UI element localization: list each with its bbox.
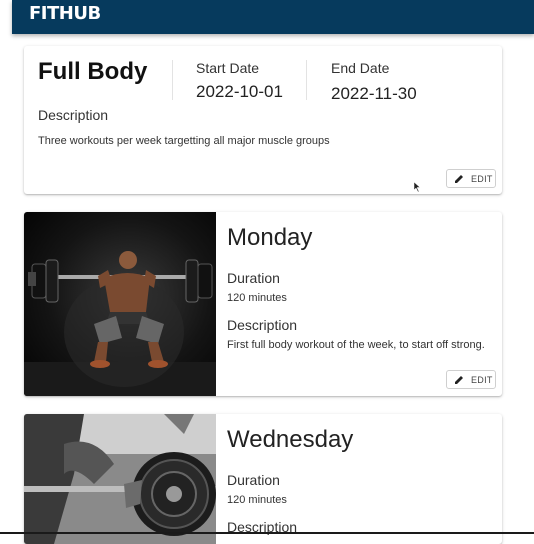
pencil-icon	[455, 376, 463, 384]
workout-day-name: Wednesday	[227, 426, 354, 453]
deadlift-photo	[24, 414, 216, 544]
program-description: Three workouts per week targetting all m…	[38, 135, 330, 147]
workout-description-label: Description	[227, 317, 298, 333]
duration-value: 120 minutes	[227, 292, 287, 304]
workout-image	[24, 212, 216, 396]
app-brand[interactable]: FITHUB	[29, 3, 101, 24]
workout-image	[24, 414, 216, 544]
edit-workout-button[interactable]: EDIT	[446, 370, 496, 389]
edit-button-label: EDIT	[471, 375, 493, 385]
edit-program-button[interactable]: EDIT	[446, 169, 496, 188]
app-bar: FITHUB	[12, 0, 534, 34]
duration-label: Duration	[227, 472, 280, 488]
workout-card-wednesday: Wednesday Duration 120 minutes Descripti…	[24, 414, 502, 544]
duration-value: 120 minutes	[227, 494, 287, 506]
end-date-value: 2022-11-30	[331, 84, 417, 103]
program-card: Full Body Start Date 2022-10-01 End Date…	[24, 46, 502, 194]
edit-button-label: EDIT	[471, 174, 493, 184]
divider	[172, 60, 173, 100]
pencil-icon	[455, 175, 463, 183]
program-name: Full Body	[38, 58, 148, 85]
program-description-label: Description	[38, 107, 109, 123]
end-date-label: End Date	[331, 60, 390, 76]
barbell-squat-photo	[24, 212, 216, 396]
mouse-cursor-icon	[414, 182, 421, 192]
workout-description: First full body workout of the week, to …	[227, 339, 485, 351]
divider	[306, 60, 307, 100]
start-date-value: 2022-10-01	[196, 82, 283, 101]
workout-day-name: Monday	[227, 224, 313, 251]
duration-label: Duration	[227, 270, 280, 286]
start-date-label: Start Date	[196, 60, 260, 76]
workout-card-monday: Monday Duration 120 minutes Description …	[24, 212, 502, 396]
